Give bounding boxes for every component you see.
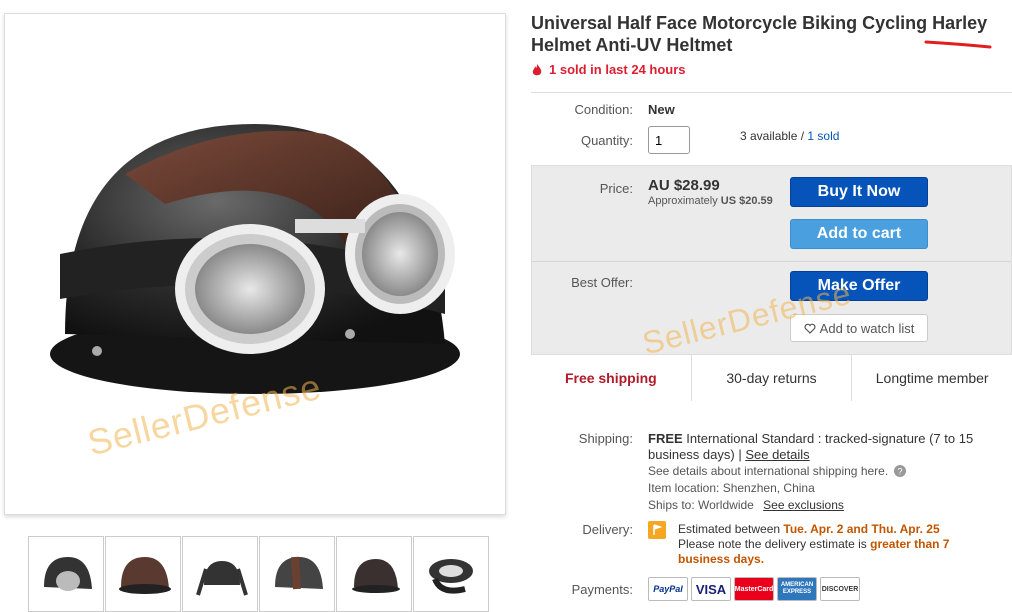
shipping-details: FREE International Standard : tracked-si… xyxy=(648,431,998,463)
discover-icon: DISCOVER xyxy=(820,577,860,601)
make-offer-button[interactable]: Make Offer xyxy=(790,271,928,301)
returns-badge: 30-day returns xyxy=(692,355,853,401)
buy-it-now-button[interactable]: Buy It Now xyxy=(790,177,928,207)
shipping-method: International Standard : tracked-signatu… xyxy=(648,431,974,462)
shipping-label: Shipping: xyxy=(578,431,633,446)
mastercard-icon: MasterCard xyxy=(734,577,774,601)
approx-prefix: Approximately xyxy=(648,195,718,207)
payments-label: Payments: xyxy=(571,582,633,597)
red-underline-annotation xyxy=(924,40,992,49)
helmet-image xyxy=(50,124,460,394)
delivery-estimate: Estimated between Tue. Apr. 2 and Thu. A… xyxy=(678,522,998,567)
approx-value: US $20.59 xyxy=(720,195,773,207)
intl-shipping-note: See details about international shipping… xyxy=(648,464,907,478)
paypal-icon: PayPal xyxy=(648,577,688,601)
sold-text: 1 sold in last 24 hours xyxy=(549,62,686,77)
price-approx: Approximately US $20.59 xyxy=(648,195,773,207)
item-location: Item location: Shenzhen, China xyxy=(648,481,815,495)
see-exclusions-link[interactable]: See exclusions xyxy=(763,498,844,512)
add-to-cart-button[interactable]: Add to cart xyxy=(790,219,928,249)
payment-methods: PayPal VISA MasterCard AMERICAN EXPRESS … xyxy=(648,577,863,601)
delivery-flag-icon xyxy=(648,521,666,539)
delivery-prefix: Estimated between xyxy=(678,522,781,536)
delivery-label: Delivery: xyxy=(582,522,633,537)
thumbnail-6[interactable] xyxy=(413,536,489,612)
available-text: 3 available / xyxy=(740,129,805,143)
help-icon[interactable]: ? xyxy=(894,465,907,477)
thumbnail-1[interactable] xyxy=(28,536,104,612)
heart-icon xyxy=(804,323,816,334)
box-divider xyxy=(532,261,1011,262)
svg-text:?: ? xyxy=(898,467,903,477)
thumbnail-4[interactable] xyxy=(259,536,335,612)
delivery-note-prefix: Please note the delivery estimate is xyxy=(678,537,867,551)
benefits-strip: Free shipping 30-day returns Longtime me… xyxy=(531,354,1012,401)
condition-value: New xyxy=(648,102,675,117)
intl-note-text: See details about international shipping… xyxy=(648,464,889,478)
longtime-member-badge: Longtime member xyxy=(875,370,989,386)
watch-label: Add to watch list xyxy=(819,320,915,336)
thumbnail-5[interactable] xyxy=(336,536,412,612)
condition-label: Condition: xyxy=(574,102,633,117)
thumbnail-2[interactable] xyxy=(105,536,181,612)
sold-count-link[interactable]: 1 sold xyxy=(807,129,839,143)
sold-indicator: 1 sold in last 24 hours xyxy=(531,62,686,77)
price-label: Price: xyxy=(599,181,633,196)
add-to-watch-list-button[interactable]: Add to watch list xyxy=(790,314,928,342)
quantity-label: Quantity: xyxy=(580,133,633,148)
ships-to: Ships to: Worldwide See exclusions xyxy=(648,498,844,512)
quantity-input[interactable] xyxy=(648,126,690,154)
main-product-image[interactable]: SellerDefense xyxy=(4,13,506,515)
visa-icon: VISA xyxy=(691,577,731,601)
quantity-available: 3 available / 1 sold xyxy=(740,129,839,143)
free-shipping-badge: Free shipping xyxy=(531,355,692,401)
see-details-link[interactable]: See details xyxy=(745,447,809,462)
thumbnail-strip xyxy=(28,536,490,612)
divider xyxy=(531,92,1012,93)
amex-icon: AMERICAN EXPRESS xyxy=(777,577,817,601)
best-offer-label: Best Offer: xyxy=(571,275,633,290)
price-value: AU $28.99 xyxy=(648,177,720,194)
shipping-free: FREE xyxy=(648,431,683,446)
flame-icon xyxy=(532,63,542,75)
delivery-dates: Tue. Apr. 2 and Thu. Apr. 25 xyxy=(783,522,940,536)
ships-to-text: Ships to: Worldwide xyxy=(648,498,754,512)
thumbnail-3[interactable] xyxy=(182,536,258,612)
